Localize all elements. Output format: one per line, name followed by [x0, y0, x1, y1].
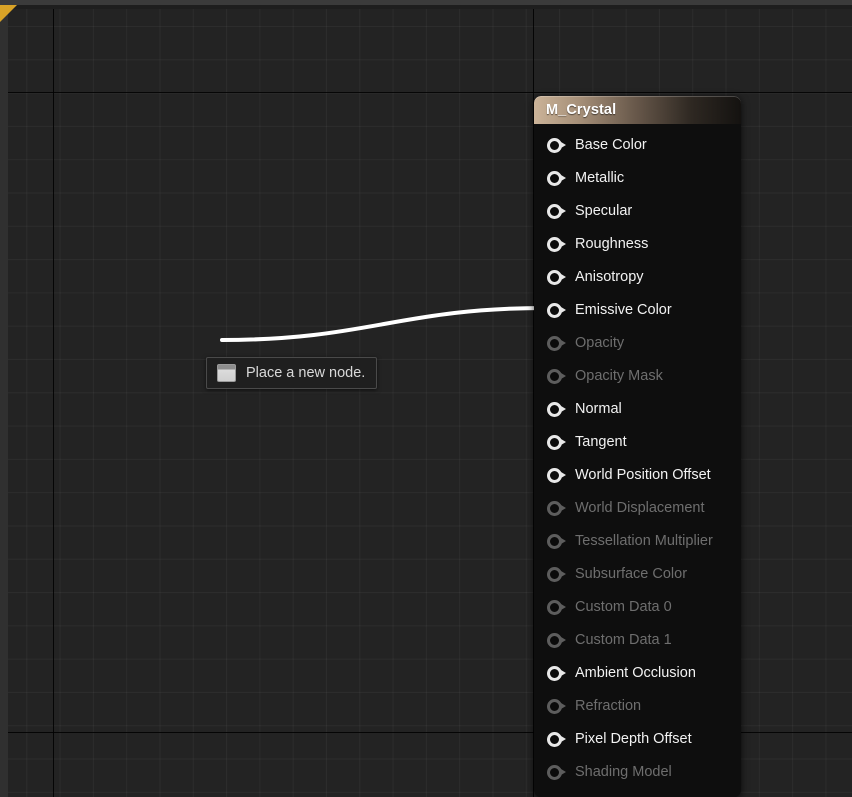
- node-pin-row[interactable]: Metallic: [534, 162, 741, 195]
- node-pin-row: Tessellation Multiplier: [534, 525, 741, 558]
- pin-label: Shading Model: [575, 764, 672, 781]
- pin-connector-icon[interactable]: [547, 204, 566, 219]
- pin-connector-icon[interactable]: [547, 732, 566, 747]
- pin-label: Base Color: [575, 137, 647, 154]
- editor-left-chrome-strip: [0, 0, 8, 797]
- pin-connector-icon: [547, 600, 566, 615]
- pin-connector-icon: [547, 501, 566, 516]
- material-output-node[interactable]: M_Crystal Base Color Metallic Specular Roug…: [534, 96, 741, 797]
- pin-connector-icon[interactable]: [547, 138, 566, 153]
- pin-label: Roughness: [575, 236, 649, 253]
- node-pin-row: Refraction: [534, 690, 741, 723]
- pin-connector-icon[interactable]: [547, 237, 566, 252]
- pin-label: Refraction: [575, 698, 642, 715]
- pin-label: Emissive Color: [575, 302, 672, 319]
- node-pin-row: Opacity: [534, 327, 741, 360]
- place-node-hint: Place a new node.: [206, 357, 378, 389]
- node-placement-icon: [217, 364, 236, 382]
- pin-connector-icon: [547, 567, 566, 582]
- editor-top-chrome-strip: [0, 0, 852, 5]
- node-pin-row[interactable]: Anisotropy: [534, 261, 741, 294]
- pin-connector-icon: [547, 699, 566, 714]
- pin-label: Subsurface Color: [575, 566, 688, 583]
- corner-marker-icon: [0, 5, 17, 22]
- node-pin-row: Shading Model: [534, 756, 741, 789]
- material-editor-graph: Place a new node. M_Crystal Base Color Me…: [0, 0, 852, 797]
- pin-label: Custom Data 0: [575, 599, 672, 616]
- node-pin-row[interactable]: Base Color: [534, 129, 741, 162]
- pin-connector-icon: [547, 534, 566, 549]
- pin-connector-icon: [547, 336, 566, 351]
- pin-connector-icon: [547, 369, 566, 384]
- pin-label: Custom Data 1: [575, 632, 672, 649]
- pin-label: Pixel Depth Offset: [575, 731, 692, 748]
- node-title-label: M_Crystal: [546, 102, 617, 118]
- pin-label: Tangent: [575, 434, 627, 451]
- pin-connector-icon[interactable]: [547, 468, 566, 483]
- pin-label: Metallic: [575, 170, 625, 187]
- node-pin-row: Custom Data 1: [534, 624, 741, 657]
- node-pin-row[interactable]: Pixel Depth Offset: [534, 723, 741, 756]
- pin-label: Ambient Occlusion: [575, 665, 696, 682]
- node-pin-row[interactable]: Roughness: [534, 228, 741, 261]
- pin-label: Opacity Mask: [575, 368, 663, 385]
- node-pin-row[interactable]: Tangent: [534, 426, 741, 459]
- node-title-bar[interactable]: M_Crystal: [534, 96, 741, 124]
- pin-connector-icon[interactable]: [547, 270, 566, 285]
- pin-connector-icon[interactable]: [547, 402, 566, 417]
- node-pin-row[interactable]: World Position Offset: [534, 459, 741, 492]
- pin-label: World Position Offset: [575, 467, 711, 484]
- pin-connector-icon: [547, 765, 566, 780]
- pin-label: Anisotropy: [575, 269, 644, 286]
- node-pin-row[interactable]: Ambient Occlusion: [534, 657, 741, 690]
- node-pin-row: Opacity Mask: [534, 360, 741, 393]
- node-pin-row[interactable]: Emissive Color: [534, 294, 741, 327]
- pin-label: Specular: [575, 203, 633, 220]
- node-pin-row: World Displacement: [534, 492, 741, 525]
- pin-connector-icon[interactable]: [547, 435, 566, 450]
- canvas-top-band: [0, 5, 852, 9]
- pin-label: Tessellation Multiplier: [575, 533, 713, 550]
- pin-connector-icon[interactable]: [547, 666, 566, 681]
- node-pin-row[interactable]: Normal: [534, 393, 741, 426]
- node-pin-row: Custom Data 0: [534, 591, 741, 624]
- pin-label: Normal: [575, 401, 622, 418]
- node-pin-list: Base Color Metallic Specular Roughness Aniso…: [534, 124, 741, 789]
- pin-connector-icon[interactable]: [547, 303, 566, 318]
- pin-connector-icon: [547, 633, 566, 648]
- node-pin-row: Subsurface Color: [534, 558, 741, 591]
- pin-label: Opacity: [575, 335, 625, 352]
- pin-connector-icon[interactable]: [547, 171, 566, 186]
- pin-label: World Displacement: [575, 500, 705, 517]
- node-pin-row[interactable]: Specular: [534, 195, 741, 228]
- place-node-hint-label: Place a new node.: [246, 364, 366, 381]
